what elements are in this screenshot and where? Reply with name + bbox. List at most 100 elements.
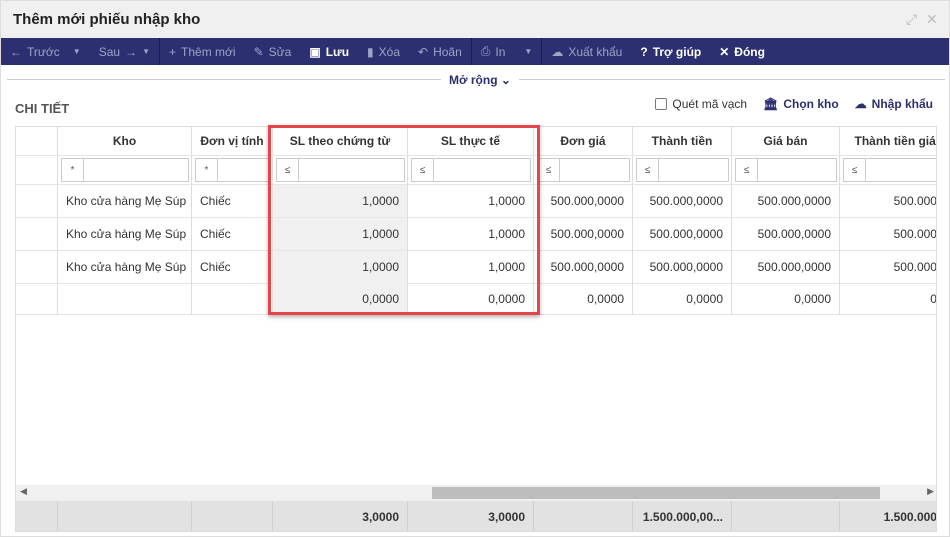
export-button[interactable]: ☁ Xuất khẩu [542, 38, 631, 65]
table-cell[interactable] [58, 283, 192, 315]
table-cell[interactable]: Kho cửa hàng Mẹ Súp [58, 251, 192, 284]
table-cell[interactable]: 500.000,0000 [633, 185, 732, 218]
column-header[interactable]: Đơn giá [534, 127, 633, 156]
table-cell[interactable]: 500.000,0000 [840, 185, 936, 218]
delete-button[interactable]: ▮ Xóa [358, 38, 409, 65]
column-header[interactable]: Kho [58, 127, 192, 156]
footer-cell [534, 501, 633, 531]
save-label: Lưu [325, 44, 350, 59]
choose-warehouse-button[interactable]: 🏛 Chọn kho [763, 97, 839, 111]
filter-input[interactable]: ≤ [636, 158, 729, 182]
table-cell[interactable]: 0,0000 [633, 283, 732, 315]
close-icon[interactable]: ✕ [926, 11, 938, 28]
column-header[interactable] [16, 127, 58, 156]
column-header[interactable]: SL theo chứng từ [273, 127, 408, 156]
table-cell[interactable]: 500.000,0000 [840, 218, 936, 251]
column-header[interactable]: Giá bán [732, 127, 840, 156]
column-header[interactable]: SL thực tế [408, 127, 534, 156]
save-button[interactable]: ▣ Lưu [300, 38, 358, 65]
filter-operator[interactable]: ≤ [538, 159, 560, 181]
column-header[interactable]: Đơn vị tính [192, 127, 273, 156]
filter-operator[interactable]: ≤ [637, 159, 659, 181]
filter-operator[interactable]: * [196, 159, 218, 181]
table-cell[interactable]: 1,0000 [408, 218, 534, 251]
table-cell[interactable]: 1,0000 [408, 185, 534, 218]
add-button[interactable]: + Thêm mới [160, 38, 245, 65]
table-cell[interactable]: 1,0000 [273, 251, 408, 284]
table-cell[interactable]: 0,0000 [273, 283, 408, 315]
table-cell[interactable]: 1,0000 [273, 185, 408, 218]
print-label: In [495, 44, 506, 59]
filter-input[interactable]: ≤ [843, 158, 936, 182]
table-cell[interactable]: 0,0000 [840, 283, 936, 315]
table-cell[interactable]: 500.000,0000 [840, 251, 936, 284]
table-cell[interactable]: 500.000,0000 [534, 251, 633, 284]
undo-label: Hoãn [433, 44, 462, 59]
filter-cell: * [192, 156, 273, 185]
table-cell[interactable]: 0,0000 [732, 283, 840, 315]
scroll-right-icon[interactable]: ▶ [927, 486, 934, 497]
filter-operator[interactable]: ≤ [412, 159, 434, 181]
filter-operator[interactable]: ≤ [277, 159, 299, 181]
table-cell[interactable] [192, 283, 273, 315]
scan-barcode-checkbox[interactable]: Quét mã vạch [655, 97, 747, 111]
table-cell[interactable] [16, 218, 58, 251]
table-cell[interactable] [16, 185, 58, 218]
filter-input[interactable]: ≤ [411, 158, 531, 182]
delete-label: Xóa [378, 44, 401, 59]
maximize-icon[interactable]: ⤢ [906, 11, 917, 28]
print-button[interactable]: ⎙ In ▼ [472, 38, 542, 65]
column-header[interactable]: Thành tiền giá bán [840, 127, 936, 156]
dialog-window: Thêm mới phiếu nhập kho ⤢ ✕ ← Trước ▼ Sau →… [0, 0, 950, 537]
caret-down-icon[interactable]: ▼ [142, 47, 150, 56]
caret-down-icon[interactable]: ▼ [524, 47, 532, 56]
table-cell[interactable]: 500.000,0000 [633, 251, 732, 284]
table-cell[interactable]: 500.000,0000 [534, 218, 633, 251]
table-cell[interactable]: Chiếc [192, 185, 273, 218]
filter-cell: ≤ [408, 156, 534, 185]
filter-input[interactable]: * [61, 158, 189, 182]
table-cell[interactable]: 0,0000 [534, 283, 633, 315]
help-button[interactable]: ? Trợ giúp [631, 38, 710, 65]
next-button[interactable]: Sau → ▼ [90, 38, 159, 65]
table-cell[interactable]: Kho cửa hàng Mẹ Súp [58, 218, 192, 251]
table-cell[interactable]: 1,0000 [408, 251, 534, 284]
scroll-left-icon[interactable]: ◀ [20, 486, 27, 497]
filter-input[interactable]: * [195, 158, 270, 182]
table-cell[interactable]: 500.000,0000 [732, 251, 840, 284]
close-button[interactable]: ✕ Đóng [710, 38, 774, 65]
table-cell[interactable] [16, 283, 58, 315]
table-cell[interactable] [16, 251, 58, 284]
table-cell[interactable]: 500.000,0000 [732, 218, 840, 251]
prev-button[interactable]: ← Trước ▼ [1, 38, 90, 65]
table-cell[interactable]: 0,0000 [408, 283, 534, 315]
horizontal-scrollbar[interactable]: ◀ ▶ [16, 485, 936, 501]
import-button[interactable]: ☁ Nhập khẩu [855, 97, 933, 111]
column-header[interactable]: Thành tiền [633, 127, 732, 156]
table-cell[interactable]: 1,0000 [273, 218, 408, 251]
expand-toggle[interactable]: Mở rộng ⌄ [441, 73, 519, 87]
filter-operator[interactable]: * [62, 159, 84, 181]
edit-button[interactable]: ✎ Sửa [245, 38, 301, 65]
scrollbar-thumb[interactable] [432, 487, 880, 499]
footer-cell: 3,0000 [273, 501, 408, 531]
footer-cell [58, 501, 192, 531]
table-cell[interactable]: Chiếc [192, 218, 273, 251]
chevron-down-icon: ⌄ [500, 73, 511, 87]
table-cell[interactable]: 500.000,0000 [534, 185, 633, 218]
undo-button[interactable]: ↶ Hoãn [409, 38, 471, 65]
table-cell[interactable]: Kho cửa hàng Mẹ Súp [58, 185, 192, 218]
table-cell[interactable]: Chiếc [192, 251, 273, 284]
table-cell[interactable]: 500.000,0000 [633, 218, 732, 251]
arrow-left-icon: ← [10, 44, 22, 59]
filter-input[interactable]: ≤ [537, 158, 630, 182]
footer-cell [732, 501, 840, 531]
filter-operator[interactable]: ≤ [844, 159, 866, 181]
checkbox-icon[interactable] [655, 98, 668, 110]
footer-cell: 1.500.000,00... [633, 501, 732, 531]
table-cell[interactable]: 500.000,0000 [732, 185, 840, 218]
filter-input[interactable]: ≤ [276, 158, 405, 182]
filter-operator[interactable]: ≤ [736, 159, 758, 181]
filter-input[interactable]: ≤ [735, 158, 837, 182]
caret-down-icon[interactable]: ▼ [73, 47, 81, 56]
